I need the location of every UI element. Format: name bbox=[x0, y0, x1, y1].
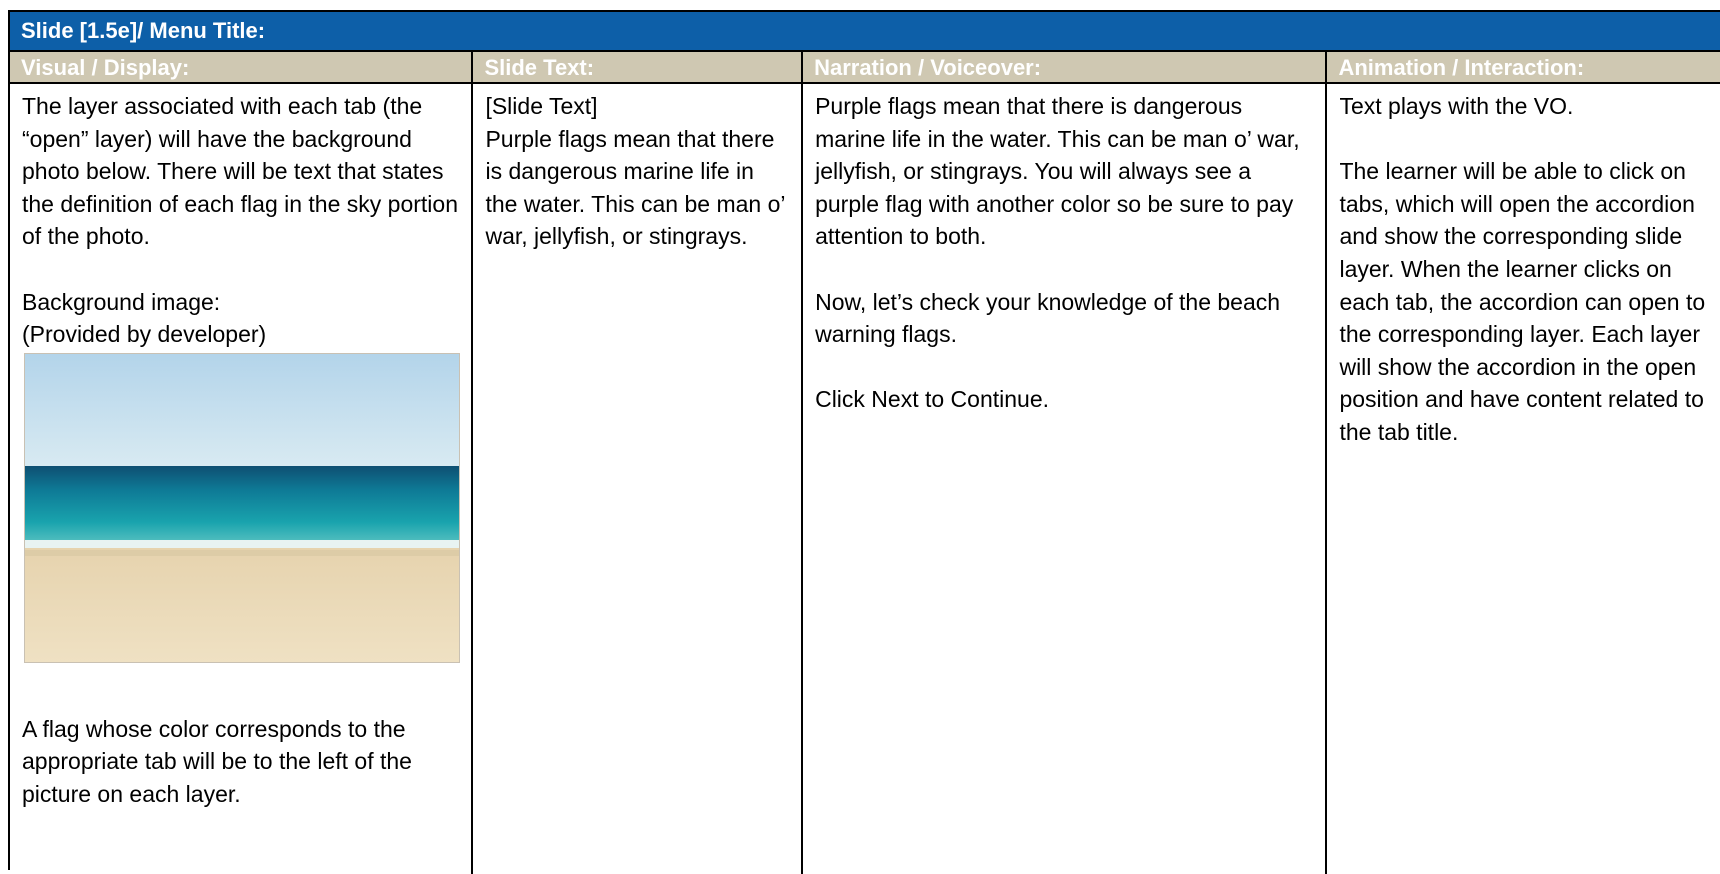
beach-photo bbox=[25, 353, 459, 662]
narration-paragraph-1: Purple flags mean that there is dangerou… bbox=[815, 93, 1300, 250]
header-slide-text: Slide Text: bbox=[473, 52, 804, 82]
header-animation: Animation / Interaction: bbox=[1338, 55, 1585, 80]
narration-cell: Purple flags mean that there is dangerou… bbox=[803, 84, 1328, 874]
slide-text-label: [Slide Text] bbox=[485, 93, 598, 119]
visual-display-cell: The layer associated with each tab (the … bbox=[10, 84, 474, 874]
slide-title: Slide [1.5e]/ Menu Title: bbox=[10, 12, 1720, 52]
flag-note-text: A flag whose color corresponds to the ap… bbox=[22, 715, 412, 807]
animation-cell: Text plays with the VO. The learner will… bbox=[1327, 84, 1720, 874]
narration-paragraph-2: Now, let’s check your knowledge of the b… bbox=[815, 288, 1281, 348]
visual-intro-text: The layer associated with each tab (the … bbox=[22, 93, 459, 250]
storyboard-table: Slide [1.5e]/ Menu Title: Visual / Displ… bbox=[8, 10, 1720, 874]
background-image-label: Background image: bbox=[22, 288, 221, 315]
animation-paragraph-2: The learner will be able to click on tab… bbox=[1339, 158, 1706, 445]
slide-text-body: Purple flags mean that there is dangerou… bbox=[485, 125, 785, 250]
background-image-note: (Provided by developer) bbox=[22, 321, 267, 348]
header-narration: Narration / Voiceover: bbox=[803, 52, 1328, 82]
header-visual-display: Visual / Display: bbox=[10, 52, 474, 82]
content-row: The layer associated with each tab (the … bbox=[10, 84, 1720, 874]
narration-paragraph-3: Click Next to Continue. bbox=[815, 386, 1050, 413]
slide-text-cell: [Slide Text] Purple flags mean that ther… bbox=[473, 84, 804, 874]
column-header-row: Visual / Display: Slide Text: Narration … bbox=[10, 52, 1720, 84]
beach-background-image bbox=[24, 352, 460, 663]
animation-paragraph-1: Text plays with the VO. bbox=[1339, 93, 1574, 119]
